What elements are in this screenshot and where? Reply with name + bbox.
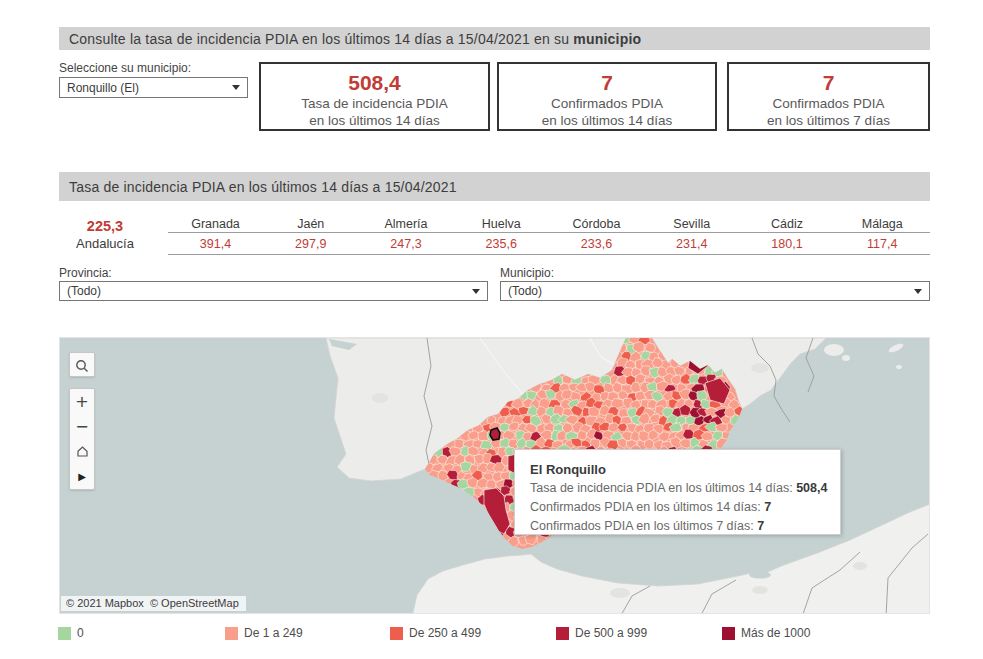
map-tooltip: El Ronquillo Tasa de incidencia PDIA en … <box>514 449 841 535</box>
province-column-header: Cádiz <box>740 217 835 231</box>
andalucia-value: 225,3 <box>75 218 135 234</box>
legend-item[interactable]: De 250 a 499 <box>390 626 481 640</box>
section2-title-bar: Tasa de incidencia PDIA en los últimos 1… <box>59 172 930 201</box>
legend-item[interactable]: Más de 1000 <box>722 626 810 640</box>
legend-label: Más de 1000 <box>741 626 810 640</box>
map[interactable]: + − ▶ El Ronquillo Tasa de incidencia PD… <box>59 337 930 614</box>
header-text: Consulte la tasa de incidencia PDIA en l… <box>69 31 641 47</box>
table-rule-top <box>168 232 930 233</box>
legend-swatch <box>225 627 238 640</box>
legend-swatch <box>722 627 735 640</box>
municipio-selector-value: Ronquillo (El) <box>67 81 139 95</box>
kpi-value: 7 <box>499 71 715 95</box>
municipio-selector-label: Seleccione su municipio: <box>59 61 191 75</box>
tooltip-line: Tasa de incidencia PDIA en los últimos 1… <box>530 479 840 498</box>
province-column-value: 180,1 <box>740 237 835 251</box>
legend-label: De 500 a 999 <box>575 626 647 640</box>
kpi-value: 7 <box>729 71 928 95</box>
municipio-filter[interactable]: (Todo) <box>500 281 930 301</box>
header-bar: Consulte la tasa de incidencia PDIA en l… <box>59 27 930 50</box>
kpi-confirmed-7d: 7 Confirmados PDIAen los últimos 7 días <box>727 62 930 131</box>
province-column-header: Córdoba <box>549 217 644 231</box>
home-button[interactable] <box>70 439 94 464</box>
provincia-filter[interactable]: (Todo) <box>59 281 488 301</box>
tooltip-line: Confirmados PDIA en los últimos 14 días:… <box>530 498 840 517</box>
chevron-down-icon <box>914 289 922 294</box>
search-icon <box>75 359 89 373</box>
zoom-in-button[interactable]: + <box>70 389 94 414</box>
kpi-value: 508,4 <box>261 71 488 95</box>
legend-swatch <box>556 627 569 640</box>
province-column-header: Granada <box>168 217 263 231</box>
province-column-header: Almería <box>359 217 454 231</box>
table-rule-bottom <box>168 254 930 255</box>
province-column-value: 235,6 <box>454 237 549 251</box>
map-zoom-controls: + − ▶ <box>69 388 95 490</box>
chevron-down-icon <box>472 289 480 294</box>
chevron-down-icon <box>232 85 240 90</box>
map-attribution[interactable]: © 2021 Mapbox © OpenStreetMap <box>61 596 246 611</box>
province-column-header: Jaén <box>263 217 358 231</box>
zoom-out-button[interactable]: − <box>70 414 94 439</box>
legend-item[interactable]: De 1 a 249 <box>225 626 303 640</box>
legend-label: De 1 a 249 <box>244 626 303 640</box>
province-column-value: 231,4 <box>644 237 739 251</box>
provincia-filter-label: Provincia: <box>59 266 112 280</box>
legend-item[interactable]: 0 <box>58 626 84 640</box>
legend-swatch <box>58 627 71 640</box>
tooltip-line: Confirmados PDIA en los últimos 7 días: … <box>530 517 840 536</box>
home-icon <box>76 445 89 458</box>
province-column-header: Málaga <box>835 217 930 231</box>
municipio-selector[interactable]: Ronquillo (El) <box>59 77 248 98</box>
province-column-value: 391,4 <box>168 237 263 251</box>
province-column-header: Huelva <box>454 217 549 231</box>
municipio-filter-label: Municipio: <box>500 266 554 280</box>
province-column-value: 247,3 <box>359 237 454 251</box>
andalucia-label: Andalucía <box>60 236 150 251</box>
province-column-header: Sevilla <box>644 217 739 231</box>
legend-label: 0 <box>77 626 84 640</box>
kpi-confirmed-14d: 7 Confirmados PDIAen los últimos 14 días <box>497 62 717 131</box>
tooltip-title: El Ronquillo <box>530 460 840 479</box>
province-column-value: 297,9 <box>263 237 358 251</box>
pan-mode-button[interactable]: ▶ <box>70 464 94 489</box>
map-search-button[interactable] <box>69 352 95 377</box>
kpi-incidence-14d: 508,4 Tasa de incidencia PDIAen los últi… <box>259 62 490 131</box>
legend-item[interactable]: De 500 a 999 <box>556 626 647 640</box>
province-column-value: 233,6 <box>549 237 644 251</box>
province-column-value: 117,4 <box>835 237 930 251</box>
legend-label: De 250 a 499 <box>409 626 481 640</box>
section2-title: Tasa de incidencia PDIA en los últimos 1… <box>69 179 457 195</box>
legend-swatch <box>390 627 403 640</box>
